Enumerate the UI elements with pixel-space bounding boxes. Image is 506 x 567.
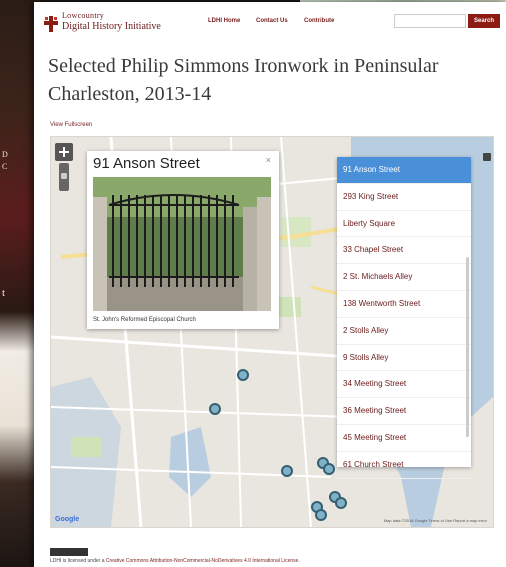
- location-item-2[interactable]: Liberty Square: [337, 211, 471, 238]
- view-fullscreen-link[interactable]: View Fullscreen: [50, 122, 92, 128]
- location-item-8[interactable]: 34 Meeting Street: [337, 371, 471, 399]
- strip-letter: C: [2, 162, 8, 171]
- location-item-1[interactable]: 293 King Street: [337, 184, 471, 211]
- map-marker[interactable]: [335, 497, 347, 509]
- creative-commons-badge[interactable]: [50, 548, 88, 556]
- expand-map-icon[interactable]: [483, 153, 491, 161]
- zoom-pan-control[interactable]: [55, 143, 73, 161]
- map-marker[interactable]: [323, 463, 335, 475]
- location-item-6[interactable]: 2 Stolls Alley: [337, 318, 471, 345]
- location-item-10[interactable]: 45 Meeting Street: [337, 425, 471, 452]
- strip-letter: t: [2, 287, 6, 299]
- search-button[interactable]: Search: [468, 14, 500, 28]
- close-icon[interactable]: ×: [266, 155, 271, 165]
- license-link[interactable]: Creative Commons Attribution-NonCommerci…: [106, 558, 299, 564]
- location-item-9[interactable]: 36 Meeting Street: [337, 398, 471, 425]
- page-title: Selected Philip Simmons Ironwork in Peni…: [48, 55, 439, 105]
- popup-caption: St. John's Reformed Episcopal Church: [93, 317, 196, 323]
- map-view[interactable]: 91 Anson Street × St. John's Reformed Ep…: [50, 136, 494, 528]
- license-suffix: .: [298, 558, 300, 564]
- nav-link-contribute[interactable]: Contribute: [304, 18, 334, 24]
- license-text: LDHI is licensed under a Creative Common…: [50, 558, 300, 564]
- location-item-0[interactable]: 91 Anson Street: [337, 157, 471, 184]
- map-terms[interactable]: Map data ©2016 Google Terms of Use Repor…: [384, 518, 487, 523]
- location-item-5[interactable]: 138 Wentworth Street: [337, 291, 471, 318]
- list-scrollbar[interactable]: [466, 257, 469, 437]
- cross-logo-icon: [44, 16, 58, 32]
- google-logo: Google: [55, 516, 80, 523]
- location-list: 91 Anson Street 293 King Street Liberty …: [337, 157, 471, 479]
- popup-title: 91 Anson Street: [93, 155, 200, 172]
- ironwork-gate-photo: [93, 177, 271, 311]
- web-page: Lowcountry Digital History Initiative LD…: [34, 2, 506, 567]
- location-item-11[interactable]: 61 Church Street: [337, 452, 471, 479]
- search-input[interactable]: [394, 14, 466, 28]
- strip-letter: D: [2, 150, 8, 159]
- logo-text-line1[interactable]: Lowcountry: [62, 11, 104, 20]
- license-prefix: LDHI is licensed under a: [50, 558, 106, 564]
- logo-text-line2[interactable]: Digital History Initiative: [62, 21, 161, 32]
- site-header: Lowcountry Digital History Initiative LD…: [34, 2, 506, 40]
- location-item-4[interactable]: 2 St. Michaels Alley: [337, 264, 471, 291]
- location-item-3[interactable]: 33 Chapel Street: [337, 237, 471, 265]
- map-marker[interactable]: [237, 369, 249, 381]
- map-marker[interactable]: [209, 403, 221, 415]
- map-marker[interactable]: [315, 509, 327, 521]
- location-item-7[interactable]: 9 Stolls Alley: [337, 345, 471, 372]
- nav-link-contact[interactable]: Contact Us: [256, 18, 288, 24]
- zoom-slider-handle[interactable]: [61, 173, 67, 179]
- location-popup: 91 Anson Street × St. John's Reformed Ep…: [87, 151, 279, 329]
- map-marker[interactable]: [281, 465, 293, 477]
- nav-link-home[interactable]: LDHI Home: [208, 18, 240, 24]
